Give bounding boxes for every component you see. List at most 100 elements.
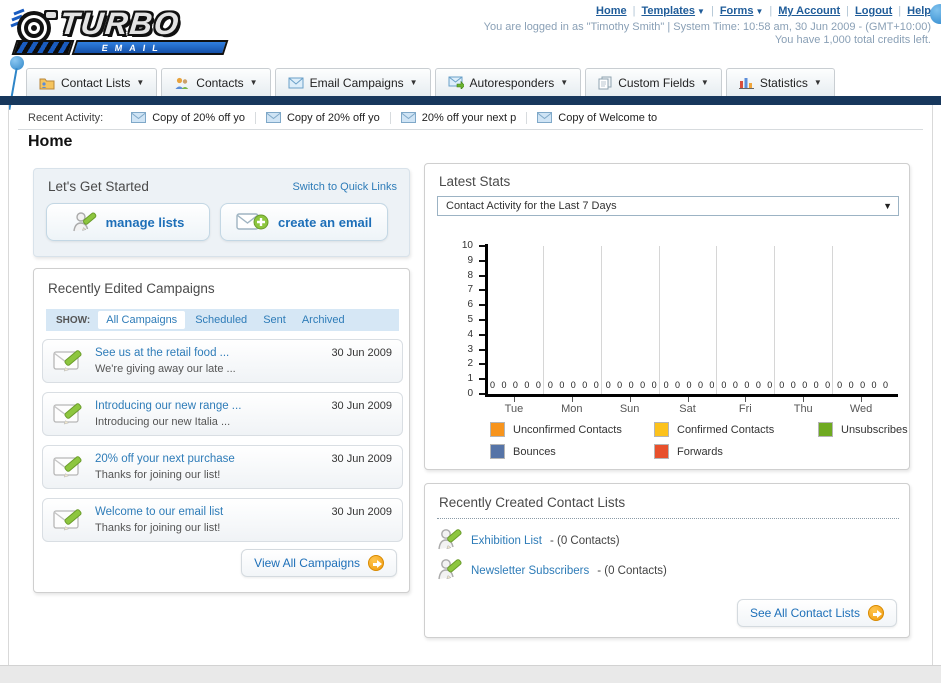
data-value-label: 0 — [651, 380, 657, 390]
data-value-label: 0 — [825, 380, 831, 390]
turbo-email-logo[interactable]: TURBO EMAIL — [8, 4, 258, 62]
envelope-pencil-icon — [53, 456, 82, 478]
data-value-label: 0 — [779, 380, 785, 390]
top-navigation: Home | Templates ▼ | Forms ▼ | My Account | Logout… — [596, 5, 931, 17]
tab-custom-fields[interactable]: Custom Fields ▼ — [585, 68, 722, 96]
y-axis-tick-label: 7 — [467, 284, 473, 296]
gridline — [658, 246, 660, 394]
data-value-label: 0 — [570, 380, 576, 390]
nav-logout-link[interactable]: Logout — [855, 5, 892, 17]
y-axis-tick-label: 0 — [467, 388, 473, 399]
campaign-title-link[interactable]: 20% off your next purchase — [95, 453, 235, 465]
person-pencil-icon — [438, 528, 462, 549]
show-label: SHOW: — [56, 314, 91, 326]
switch-to-quick-links[interactable]: Switch to Quick Links — [292, 181, 397, 193]
help-bubble-icon[interactable] — [930, 4, 941, 24]
x-axis-tick — [513, 397, 515, 402]
campaigns-filter-bar: SHOW: All Campaigns Scheduled Sent Archived — [46, 309, 399, 331]
legend-label: Forwards — [677, 445, 723, 458]
data-value-label: 0 — [709, 380, 715, 390]
data-value-label: 0 — [524, 380, 530, 390]
tab-autoresponders[interactable]: Autoresponders ▼ — [434, 68, 582, 96]
y-axis-tick-label: 1 — [467, 373, 473, 385]
nav-templates-link[interactable]: Templates — [641, 5, 695, 17]
tab-contacts[interactable]: Contacts ▼ — [161, 68, 271, 96]
data-value-label: 0 — [593, 380, 599, 390]
nav-home-link[interactable]: Home — [596, 5, 627, 17]
stats-period-select[interactable]: Contact Activity for the Last 7 Days ▼ — [437, 196, 899, 216]
statistics-bar-chart-icon — [738, 78, 754, 89]
data-value-label: 0 — [512, 380, 518, 390]
campaign-filter-scheduled[interactable]: Scheduled — [195, 314, 247, 326]
page-footer-strip — [0, 665, 941, 683]
envelope-icon — [400, 112, 416, 123]
x-axis-tick-label: Sun — [619, 403, 640, 415]
latest-stats-title: Latest Stats — [439, 174, 511, 189]
create-an-email-button[interactable]: create an email — [220, 203, 388, 241]
nav-forms-link[interactable]: Forms — [720, 5, 754, 17]
x-axis-tick — [629, 397, 631, 402]
contact-list-name-link[interactable]: Exhibition List — [471, 535, 542, 547]
y-axis — [485, 244, 488, 397]
contact-list-item[interactable]: Newsletter Subscribers - (0 Contacts) — [437, 556, 667, 586]
logo-text-email: EMAIL — [101, 43, 166, 53]
y-axis-tick-label: 9 — [467, 254, 473, 266]
tab-contact-lists[interactable]: Contact Lists ▼ — [26, 68, 158, 96]
recent-activity-item[interactable]: 20% off your next p — [389, 111, 527, 124]
campaign-filter-archived[interactable]: Archived — [302, 314, 345, 326]
contact-list-name-link[interactable]: Newsletter Subscribers — [471, 565, 589, 577]
legend-item: Forwards — [654, 444, 814, 459]
contact-list-item[interactable]: Exhibition List - (0 Contacts) — [437, 526, 667, 556]
campaign-subtitle: We're giving away our late ... — [95, 363, 236, 375]
legend-swatch — [490, 444, 505, 459]
tab-statistics[interactable]: Statistics ▼ — [725, 68, 835, 96]
see-all-contact-lists-button[interactable]: See All Contact Lists — [736, 599, 897, 627]
data-value-label: 0 — [813, 380, 819, 390]
campaign-title-link[interactable]: Introducing our new range ... — [95, 400, 241, 412]
recent-activity-item[interactable]: Copy of Welcome to — [526, 111, 667, 124]
campaign-row[interactable]: Welcome to our email list Thanks for join… — [42, 498, 403, 542]
campaigns-title: Recently Edited Campaigns — [48, 281, 215, 296]
manage-lists-button[interactable]: manage lists — [46, 203, 210, 241]
legend-swatch — [654, 422, 669, 437]
contact-list-items: Exhibition List - (0 Contacts) Newsletter … — [437, 526, 667, 586]
arrow-right-icon — [868, 605, 884, 621]
chevron-down-icon: ▼ — [560, 78, 569, 87]
campaign-filter-all-campaigns[interactable]: All Campaigns — [98, 311, 186, 329]
tab-email-campaigns[interactable]: Email Campaigns ▼ — [274, 68, 431, 96]
campaign-title-link[interactable]: See us at the retail food ... — [95, 347, 229, 359]
campaign-row[interactable]: See us at the retail food ... We're givin… — [42, 339, 403, 383]
data-value-label: 0 — [837, 380, 843, 390]
logo-stripes — [11, 40, 75, 55]
chevron-down-icon: ▼ — [883, 201, 892, 211]
x-axis-tick — [745, 397, 747, 402]
campaign-row[interactable]: Introducing our new range ... Introducing… — [42, 392, 403, 436]
latest-stats-panel: Latest Stats Contact Activity for the La… — [424, 163, 910, 470]
campaign-date: 30 Jun 2009 — [331, 506, 392, 518]
y-axis-tick-label: 10 — [461, 240, 473, 251]
data-value-label: 0 — [582, 380, 588, 390]
recent-activity-item[interactable]: Copy of 20% off yo — [121, 112, 255, 124]
y-axis-tick-label: 4 — [467, 328, 473, 340]
data-value-label: 0 — [640, 380, 646, 390]
envelope-pencil-icon — [53, 350, 82, 372]
nav-my-account-link[interactable]: My Account — [778, 5, 840, 17]
data-value-label: 0 — [501, 380, 507, 390]
data-value-label: 0 — [755, 380, 761, 390]
campaign-title-link[interactable]: Welcome to our email list — [95, 506, 223, 518]
recent-activity-label: Recent Activity: — [28, 111, 104, 124]
recent-activity-item-label: Copy of Welcome to — [558, 111, 658, 124]
view-all-campaigns-button[interactable]: View All Campaigns — [241, 549, 397, 577]
data-value-label: 0 — [697, 380, 703, 390]
recent-activity-item[interactable]: Copy of 20% off yo — [254, 111, 390, 124]
contacts-people-icon — [175, 77, 189, 89]
gridline — [774, 246, 776, 394]
contact-activity-chart: 0 1 2 3 4 5 6 7 8 9 10 0 0 0 0 0 Tue 0 0 0 0 0 Mon 0 0 0 0 0 Sun 0 0 0 0… — [437, 234, 899, 420]
x-axis-tick-label: Sat — [679, 403, 696, 415]
campaign-row[interactable]: 20% off your next purchase Thanks for joi… — [42, 445, 403, 489]
chevron-down-icon: ▼ — [136, 78, 145, 87]
y-axis-tick-label: 6 — [467, 299, 473, 311]
envelope-plus-icon — [236, 213, 269, 230]
campaign-filter-sent[interactable]: Sent — [263, 314, 286, 326]
nav-help-link[interactable]: Help — [907, 5, 931, 17]
